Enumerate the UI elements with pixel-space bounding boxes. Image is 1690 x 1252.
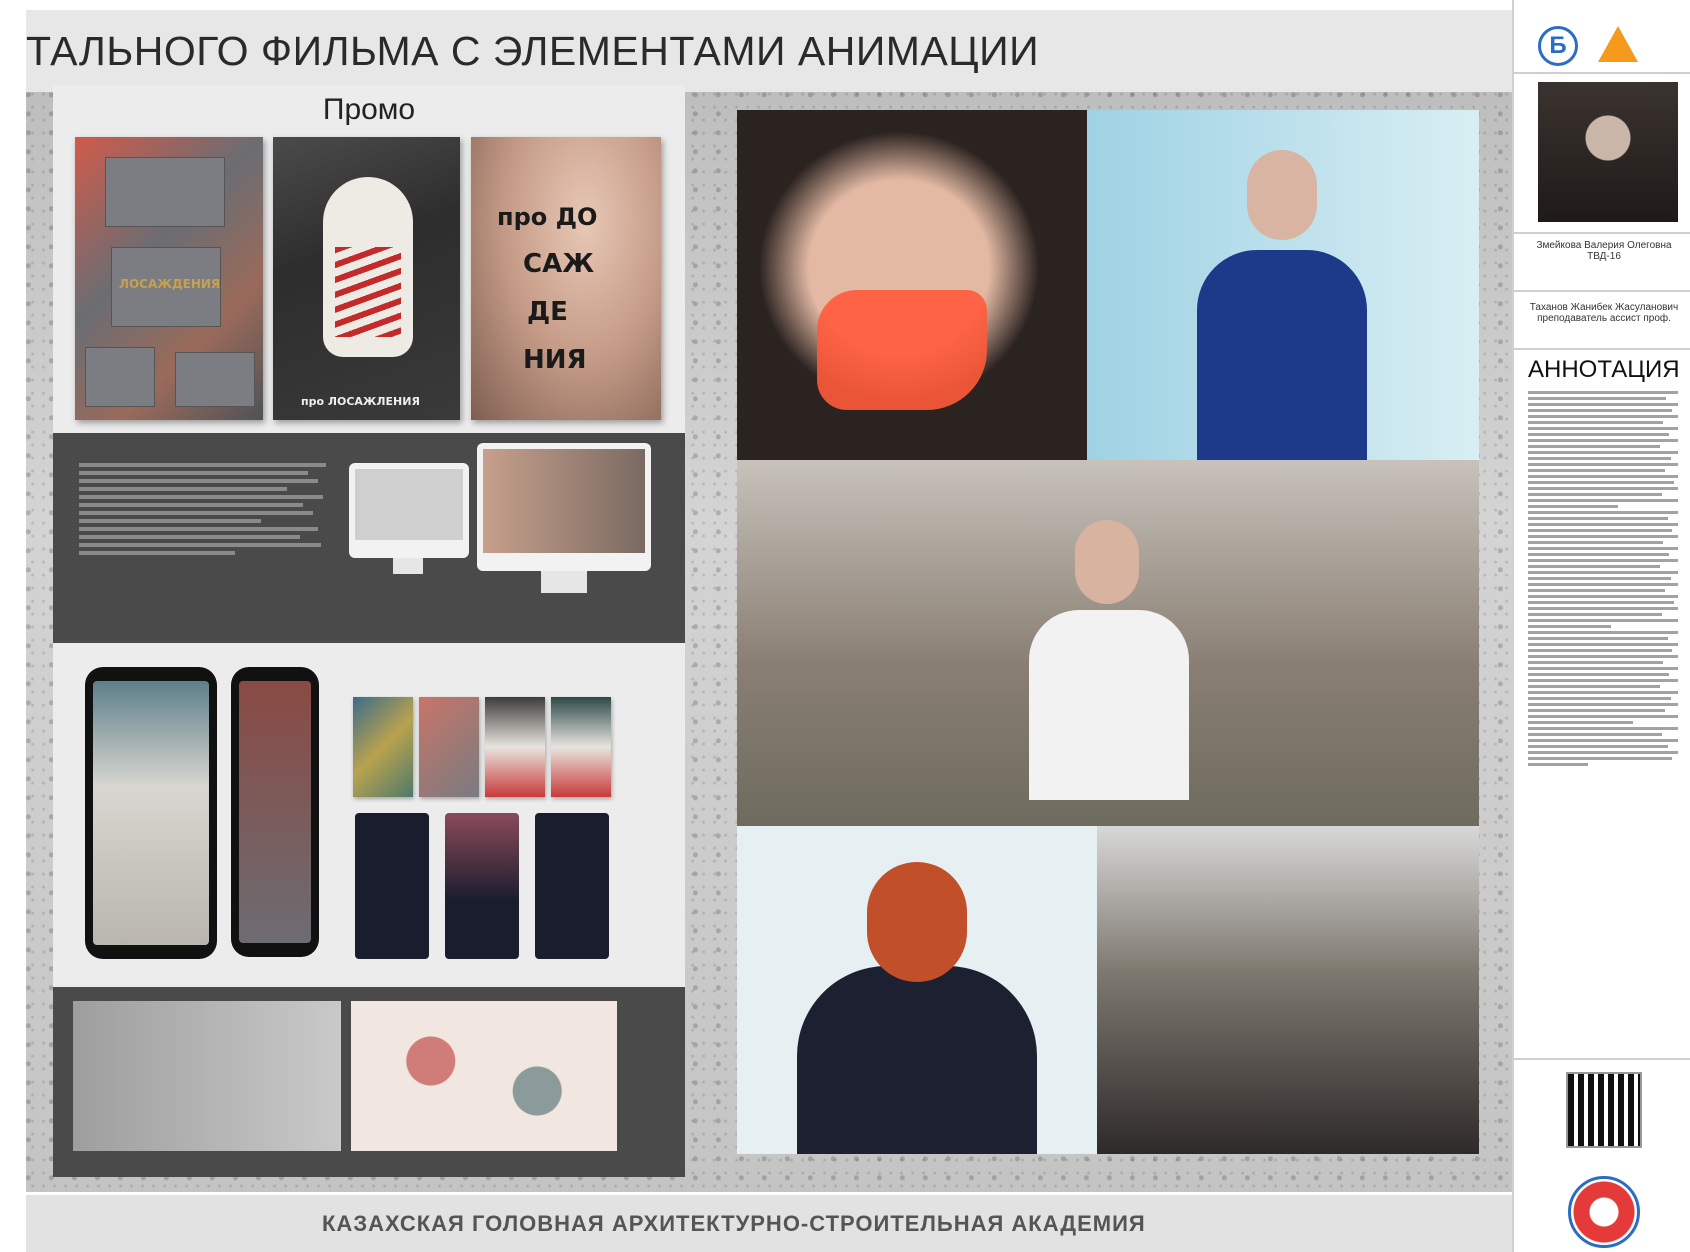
phone-mockup-1: [85, 667, 217, 959]
thumb-4: [551, 697, 611, 797]
promo-panel: Промо ЛОСАЖДЕНИЯ про ЛОСАЖЛЕНИЯ про ДО С…: [53, 85, 685, 1177]
academy-logo: [1568, 1176, 1640, 1248]
annotation-body: [1528, 388, 1678, 769]
annotation-title: АННОТАЦИЯ: [1528, 356, 1680, 383]
poster-1: ЛОСАЖДЕНИЯ: [75, 137, 263, 420]
info-sidebar: Б Змейкова Валерия Олеговна ТВД-16 Тахан…: [1512, 0, 1690, 1252]
photo-face-paint: [737, 110, 1097, 460]
phone-mockup-2: [231, 667, 319, 957]
footer-bar: КАЗАХСКАЯ ГОЛОВНАЯ АРХИТЕКТУРНО-СТРОИТЕЛ…: [26, 1195, 1512, 1252]
poster-3-line-1: про ДО: [497, 203, 598, 231]
poster-2-word: про ЛОСАЖЛЕНИЯ: [301, 395, 420, 408]
qr-code[interactable]: [1566, 1072, 1642, 1148]
photo-march-crowd: [1097, 826, 1479, 1154]
badges-mockup: [351, 1001, 617, 1151]
thumb-2: [419, 697, 479, 797]
photo-seated-woman: [1087, 110, 1479, 460]
promo-description-block: [79, 459, 339, 559]
academy-name: КАЗАХСКАЯ ГОЛОВНАЯ АРХИТЕКТУРНО-СТРОИТЕЛ…: [322, 1211, 1146, 1236]
header-bar: ТАЛЬНОГО ФИЛЬМА С ЭЛЕМЕНТАМИ АНИМАЦИИ: [26, 10, 1512, 92]
poster-sheet: ТАЛЬНОГО ФИЛЬМА С ЭЛЕМЕНТАМИ АНИМАЦИИ Пр…: [0, 0, 1690, 1252]
merch-band: [53, 987, 685, 1177]
photo-speaker: [737, 826, 1097, 1154]
thumb-1: [353, 697, 413, 797]
red-scarf: [335, 247, 401, 337]
app-screen-2: [445, 813, 519, 959]
app-screen-1: [355, 813, 429, 959]
page-title: ТАЛЬНОГО ФИЛЬМА С ЭЛЕМЕНТАМИ АНИМАЦИИ: [26, 28, 1040, 74]
app-screen-3: [535, 813, 609, 959]
poster-3: про ДО САЖ ДЕ НИЯ: [471, 137, 661, 420]
poster-1-word: ЛОСАЖДЕНИЯ: [119, 277, 221, 291]
grade-badge: Б: [1538, 26, 1578, 66]
poster-3-line-4: НИЯ: [523, 345, 587, 375]
promo-title: Промо: [322, 93, 416, 126]
poster-2: про ЛОСАЖЛЕНИЯ: [273, 137, 460, 420]
student-name: Змейкова Валерия Олеговна ТВД-16: [1536, 240, 1672, 262]
photo-collage: [737, 110, 1479, 1154]
youtube-band: [53, 433, 685, 643]
poster-3-line-2: САЖ: [523, 249, 595, 279]
monitor-large: [477, 443, 651, 571]
thumb-3: [485, 697, 545, 797]
advisor-name: Таханов Жанибек Жасуланович преподавател…: [1529, 302, 1679, 324]
photo-park-woman: [737, 460, 1479, 830]
street-ad-mockup: [73, 1001, 341, 1151]
warning-triangle-icon: [1598, 26, 1638, 62]
monitor-small: [349, 463, 469, 558]
poster-3-line-3: ДЕ: [527, 297, 568, 327]
avatar: [1538, 82, 1678, 222]
